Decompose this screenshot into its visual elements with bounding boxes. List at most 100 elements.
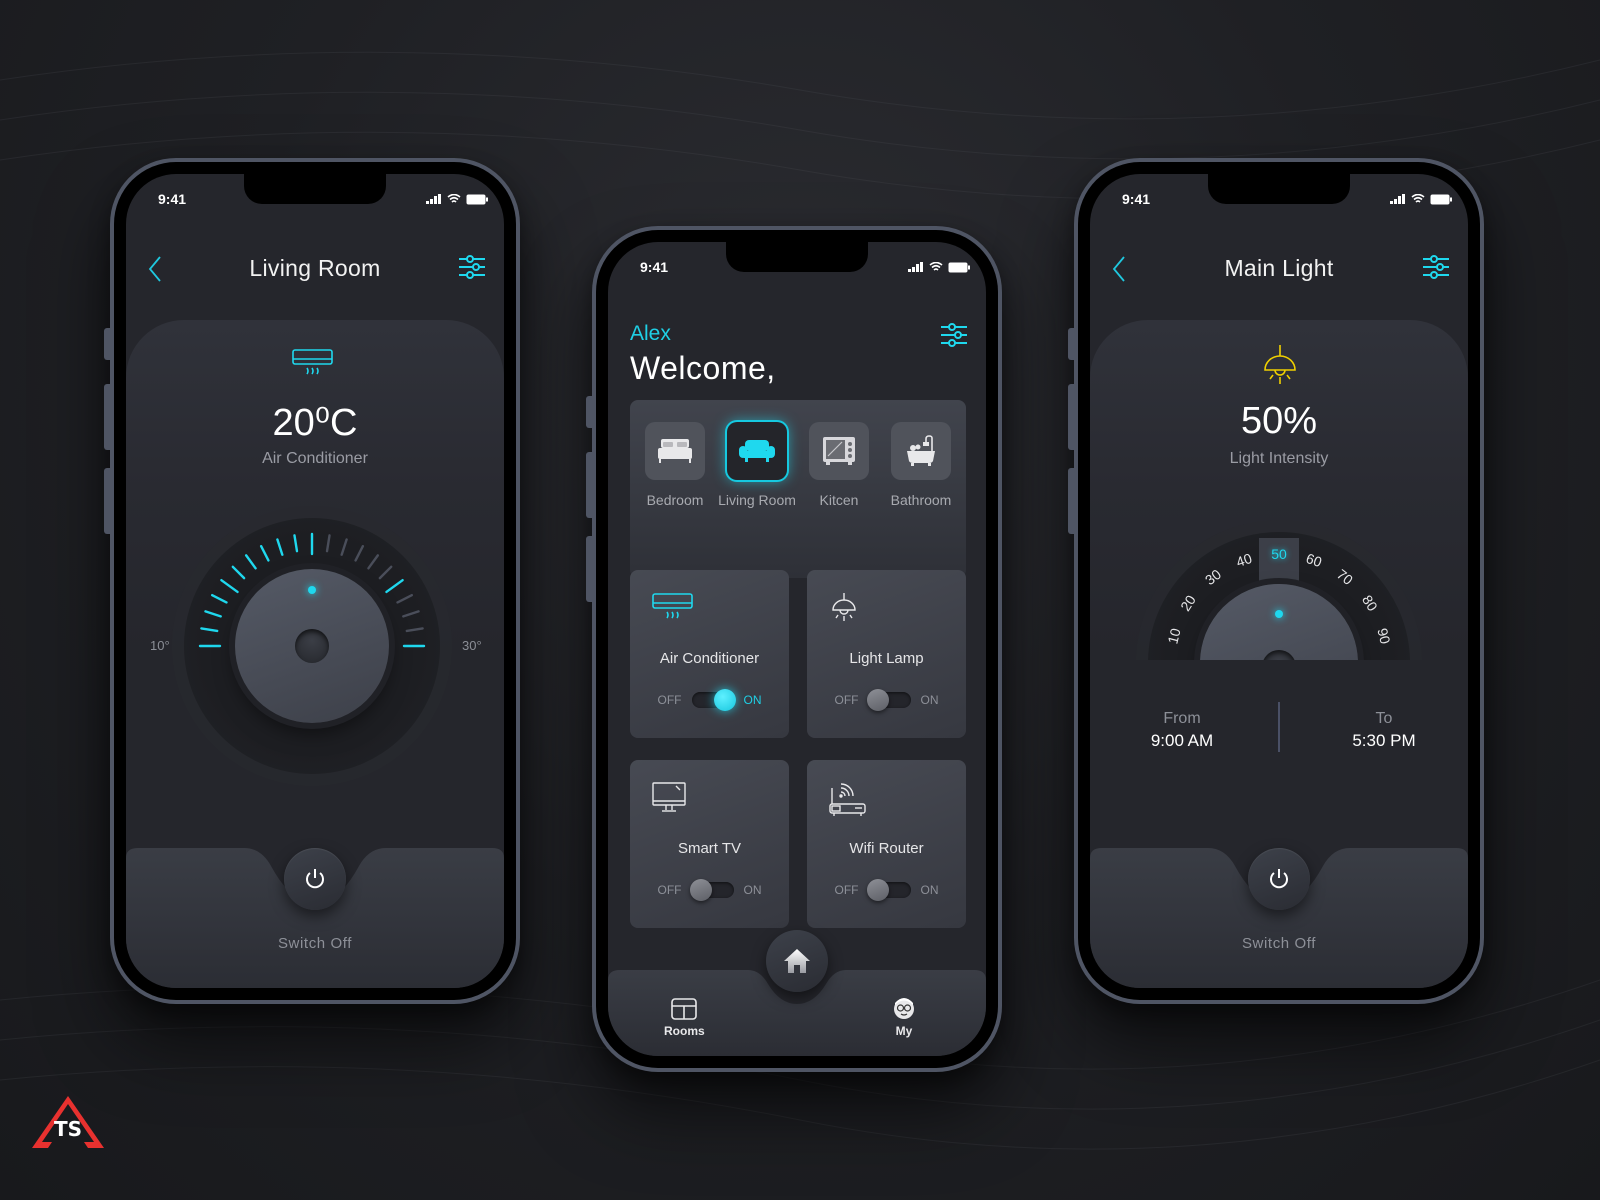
from-time[interactable]: From 9:00 AM <box>1122 710 1242 751</box>
dial-tick <box>231 565 246 580</box>
intensity-label: Light Intensity <box>1229 450 1329 467</box>
device-card-air-conditioner[interactable]: Air Conditioner OFF ON <box>630 570 789 738</box>
temperature-value: 20⁰C <box>272 402 358 444</box>
dial-tick <box>259 545 270 562</box>
page-title: Main Light <box>1224 254 1334 281</box>
status-bar: 9:41 <box>1120 188 1452 210</box>
toggle-off-label: OFF <box>657 883 682 897</box>
toggle-thumb <box>689 879 712 901</box>
dial-tick <box>220 578 239 594</box>
dial-tick <box>385 578 404 594</box>
toggle-switch[interactable] <box>691 689 736 711</box>
wifi-icon <box>1411 194 1425 203</box>
dial-indicator-dot <box>308 586 316 594</box>
side-button <box>104 384 110 450</box>
from-label: From <box>1163 710 1201 727</box>
signal-icon <box>426 194 441 204</box>
dial-tick <box>211 593 228 604</box>
device-name: Light Lamp <box>849 650 924 667</box>
tv-icon <box>652 782 686 812</box>
side-button <box>586 452 592 518</box>
toggle-off-label: OFF <box>834 883 859 897</box>
back-button[interactable] <box>1112 256 1126 287</box>
device-name: Wifi Router <box>849 840 924 857</box>
device-toggle[interactable]: OFF ON <box>807 689 966 711</box>
signal-icon <box>908 262 923 272</box>
side-button <box>1068 468 1074 534</box>
side-button <box>586 536 592 602</box>
to-value: 5:30 PM <box>1352 731 1416 750</box>
status-bar: 9:41 <box>638 256 970 278</box>
battery-icon <box>466 194 488 204</box>
status-time: 9:41 <box>640 259 669 275</box>
phone-main-light: 9:41 Main Light 50% Light Intensity 10 20… <box>1068 158 1484 1004</box>
dial-tick <box>378 565 393 580</box>
toggle-thumb <box>713 689 736 711</box>
power-button[interactable] <box>284 848 346 910</box>
power-icon <box>1270 869 1288 889</box>
air-conditioner-icon <box>652 593 693 619</box>
toggle-switch[interactable] <box>689 879 734 901</box>
dial-tick <box>405 627 424 633</box>
back-button[interactable] <box>148 256 162 287</box>
device-toggle[interactable]: OFF ON <box>630 689 789 711</box>
settings-button[interactable] <box>940 322 968 353</box>
sliders-icon <box>459 255 485 279</box>
to-time[interactable]: To 5:30 PM <box>1324 710 1444 751</box>
phone-living-room: 9:41 Living Room 20⁰C Air Conditioner 10… <box>104 158 520 1004</box>
wifi-icon <box>929 262 943 271</box>
toggle-on-label: ON <box>920 883 939 897</box>
device-toggle[interactable]: OFF ON <box>630 879 789 901</box>
room-kitchen[interactable]: Kitcen <box>808 422 870 508</box>
chevron-left-icon <box>1112 256 1125 282</box>
dial-tick <box>204 610 222 618</box>
router-icon <box>829 783 866 816</box>
intensity-dial-clip: 10 20 30 40 50 60 70 80 90 <box>1090 514 1468 660</box>
room-living-room[interactable]: Living Room <box>718 422 796 508</box>
home-button[interactable] <box>766 930 828 992</box>
tab-my[interactable]: My <box>892 996 916 1038</box>
dial-tick <box>340 538 348 556</box>
rooms-card: Bedroom Living Room Kitcen Bathroom <box>630 400 966 578</box>
toggle-off-label: OFF <box>834 693 859 707</box>
status-time: 9:41 <box>1122 191 1151 207</box>
dial-indicator-dot <box>1275 610 1283 618</box>
toggle-switch[interactable] <box>866 879 911 901</box>
to-label: To <box>1375 710 1393 727</box>
side-button <box>104 328 110 360</box>
intensity-value: 50% <box>1240 400 1318 442</box>
device-card-light-lamp[interactable]: Light Lamp OFF ON <box>807 570 966 738</box>
status-time: 9:41 <box>158 191 187 207</box>
min-temp-label: 10° <box>150 638 170 653</box>
device-label: Air Conditioner <box>262 450 368 467</box>
toggle-on-label: ON <box>920 693 939 707</box>
settings-button[interactable] <box>458 254 486 285</box>
device-card-smart-tv[interactable]: Smart TV OFF ON <box>630 760 789 928</box>
dial-tick <box>396 593 413 604</box>
room-bathroom[interactable]: Bathroom <box>890 422 952 508</box>
device-toggle[interactable]: OFF ON <box>807 879 966 901</box>
dial-tick <box>244 554 257 570</box>
dial-tick <box>354 545 365 562</box>
max-temp-label: 30° <box>462 638 482 653</box>
brand-logo: TS <box>32 1096 104 1148</box>
bed-icon <box>658 439 692 463</box>
tab-label: My <box>895 1024 913 1038</box>
dial-tick <box>293 534 299 553</box>
power-icon <box>306 869 324 889</box>
power-button[interactable] <box>1248 848 1310 910</box>
dial-number[interactable]: 50 <box>1269 546 1289 562</box>
user-name: Alex <box>630 322 671 345</box>
knob-center <box>295 629 329 663</box>
toggle-switch[interactable] <box>866 689 911 711</box>
device-name: Air Conditioner <box>659 650 760 667</box>
toggle-on-label: ON <box>743 693 762 707</box>
tab-rooms[interactable]: Rooms <box>664 998 705 1038</box>
side-button <box>104 468 110 534</box>
schedule-box: From 9:00 AM To 5:30 PM <box>1090 660 1468 770</box>
toggle-on-label: ON <box>743 883 762 897</box>
device-card-wifi-router[interactable]: Wifi Router OFF ON <box>807 760 966 928</box>
dial-tick <box>325 534 331 553</box>
room-bedroom[interactable]: Bedroom <box>644 422 706 508</box>
settings-button[interactable] <box>1422 254 1450 285</box>
